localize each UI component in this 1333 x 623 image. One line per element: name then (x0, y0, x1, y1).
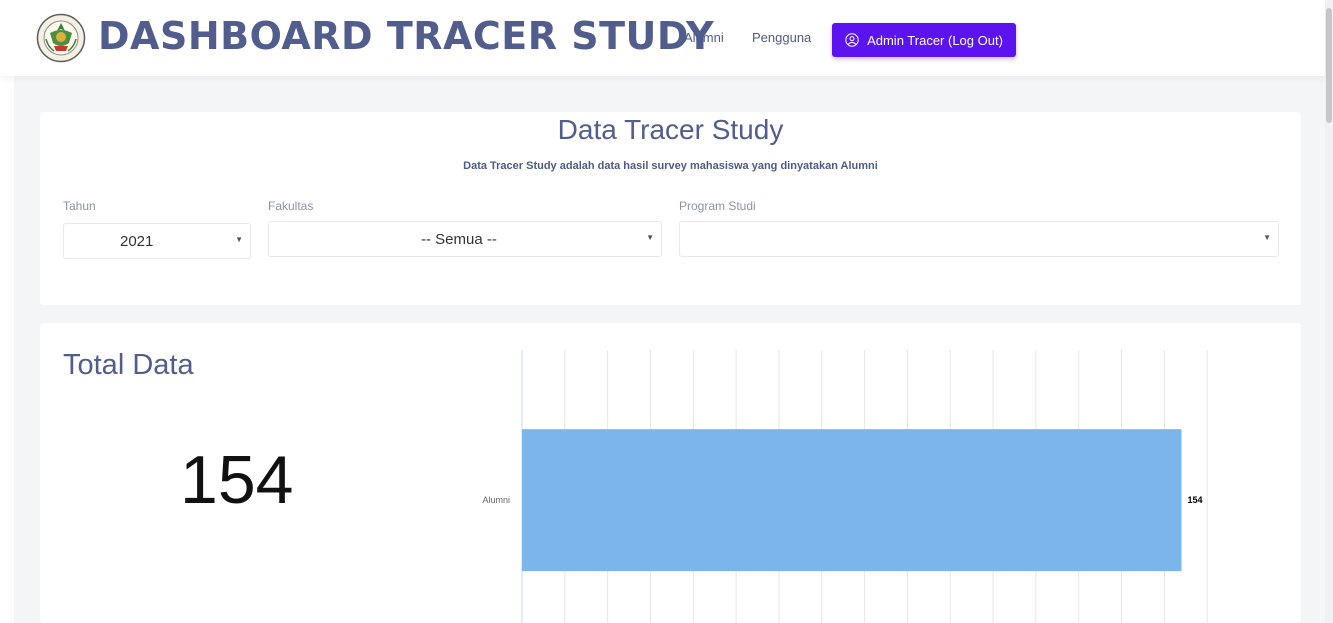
tahun-select[interactable]: 2021 ▼ (63, 223, 251, 259)
brand-title[interactable]: DASHBOARD TRACER STUDY (98, 12, 714, 60)
fakultas-label: Fakultas (268, 199, 314, 213)
user-circle-icon (845, 33, 859, 47)
fakultas-select-value: -- Semua -- (421, 231, 497, 248)
program-studi-label: Program Studi (679, 199, 756, 213)
page: DASHBOARD TRACER STUDY Alumni Pengguna A… (0, 0, 1333, 623)
chart-bar (522, 429, 1182, 572)
category-label: Alumni (482, 495, 510, 505)
admin-logout-label: Admin Tracer (Log Out) (867, 32, 1003, 48)
admin-logout-button[interactable]: Admin Tracer (Log Out) (832, 23, 1016, 57)
page-title: Data Tracer Study (557, 114, 784, 145)
total-data-title: Total Data (63, 349, 194, 381)
top-navbar: DASHBOARD TRACER STUDY Alumni Pengguna A… (0, 0, 1325, 76)
fakultas-select[interactable]: -- Semua -- ▼ (268, 221, 662, 257)
total-data-chart: Alumni 154 (482, 350, 1208, 623)
chevron-down-icon: ▼ (646, 233, 654, 242)
nav-link-pengguna[interactable]: Pengguna (752, 30, 811, 45)
program-studi-select[interactable]: ▼ (679, 221, 1279, 257)
chevron-down-icon: ▼ (235, 235, 243, 244)
page-scrollbar[interactable] (1325, 0, 1333, 623)
tahun-select-value: 2021 (120, 233, 154, 250)
total-data-value: 154 (180, 442, 294, 518)
university-logo-icon[interactable] (36, 13, 86, 63)
chevron-down-icon: ▼ (1263, 233, 1271, 242)
scrollbar-thumb[interactable] (1326, 8, 1332, 123)
page-subtitle: Data Tracer Study adalah data hasil surv… (463, 160, 878, 172)
data-label: 154 (1187, 495, 1202, 505)
nav-link-alumni[interactable]: Alumni (684, 30, 724, 45)
tahun-label: Tahun (63, 199, 96, 213)
